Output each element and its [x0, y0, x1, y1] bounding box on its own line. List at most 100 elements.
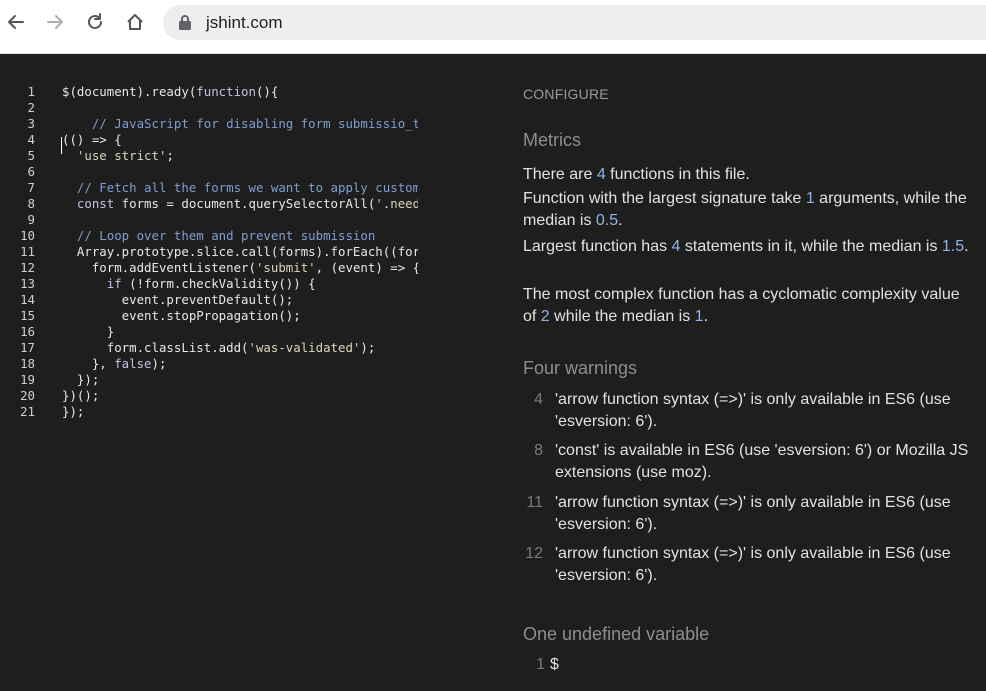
code-token: form.classList.add(: [62, 340, 249, 355]
report-panel: CONFIGURE Metrics There are 4 functions …: [505, 54, 986, 691]
warning-line-number[interactable]: 12: [523, 543, 543, 565]
home-button[interactable]: [122, 9, 148, 35]
arrow-right-icon: [47, 15, 63, 29]
warning-line-number[interactable]: 8: [523, 440, 543, 462]
code-line[interactable]: 21});: [0, 404, 505, 420]
code-token: '.needs-validation': [375, 196, 418, 211]
undefined-line-number[interactable]: 1: [533, 654, 545, 676]
line-number: 21: [20, 404, 35, 419]
code-line[interactable]: 16 }: [0, 324, 505, 340]
code-text: // Loop over them and prevent submission: [62, 228, 418, 244]
code-text: // JavaScript for disabling form submiss…: [62, 116, 418, 132]
warning-text: 'arrow function syntax (=>)' is only ava…: [555, 391, 951, 430]
code-line[interactable]: 20 })();: [0, 388, 505, 404]
code-line[interactable]: 14 event.preventDefault();: [0, 292, 505, 308]
line-number: 5: [27, 148, 35, 163]
code-text: });: [62, 372, 418, 388]
code-text: event.stopPropagation();: [62, 308, 418, 324]
code-token: (){: [255, 84, 279, 99]
line-number: 4: [27, 132, 35, 147]
line-number: 14: [20, 292, 35, 307]
code-line[interactable]: 5 'use strict';: [0, 148, 505, 164]
code-token: }: [62, 324, 115, 339]
code-token: ;: [166, 148, 174, 163]
line-number: 12: [20, 260, 35, 275]
code-line[interactable]: 7 // Fetch all the forms we want to appl…: [0, 180, 505, 196]
code-token: );: [151, 356, 167, 371]
code-token: // JavaScript for disabling form submiss…: [91, 116, 418, 131]
code-token: );: [360, 340, 376, 355]
code-text: form.classList.add('was-validated');: [62, 340, 418, 356]
line-number: 16: [20, 324, 35, 339]
warnings-heading: Four warnings: [523, 358, 638, 378]
code-line[interactable]: 18 }, false);: [0, 356, 505, 372]
code-editor[interactable]: 1 $(document).ready(function(){2 3 // Java…: [0, 54, 505, 691]
line-number: 10: [20, 228, 35, 243]
code-text: Array.prototype.slice.call(forms).forEac…: [62, 244, 418, 260]
code-token: $(document).ready(: [62, 84, 197, 99]
code-line[interactable]: 2: [0, 100, 505, 116]
line-number: 11: [20, 244, 35, 259]
code-token: event.preventDefault();: [62, 292, 294, 307]
line-number: 17: [20, 340, 35, 355]
forward-button[interactable]: [42, 9, 68, 35]
back-button[interactable]: [3, 9, 29, 35]
code-token: (!form.checkValidity()) {: [121, 276, 316, 291]
metrics-heading: Metrics: [523, 130, 581, 150]
code-token: // Loop over them and prevent submission: [62, 228, 376, 243]
code-token: 'submit': [255, 260, 316, 275]
code-line[interactable]: 17 form.classList.add('was-validated');: [0, 340, 505, 356]
line-number: 15: [20, 308, 35, 323]
code-line[interactable]: 4 (() => {: [0, 132, 505, 148]
metric-signature: Function with the largest signature take…: [523, 190, 967, 229]
code-text: form.addEventListener('submit', (event) …: [62, 260, 418, 276]
code-line[interactable]: 6: [0, 164, 505, 180]
undefined-heading: One undefined variable: [523, 624, 710, 644]
line-number: 9: [27, 212, 35, 227]
warning-text: 'arrow function syntax (=>)' is only ava…: [555, 545, 951, 584]
line-number: 7: [27, 180, 35, 195]
code-text: 'use strict';: [62, 148, 418, 164]
code-line[interactable]: 11 Array.prototype.slice.call(forms).for…: [0, 244, 505, 260]
code-token: form.addEventListener(: [62, 260, 256, 275]
warning-line-number[interactable]: 4: [523, 389, 543, 411]
metric-complexity: The most complex function has a cyclomat…: [523, 286, 960, 325]
metric-function-count: There are 4 functions in this file.: [523, 166, 750, 183]
code-token: },: [62, 356, 115, 371]
configure-link[interactable]: CONFIGURE: [523, 86, 609, 102]
code-text: if (!form.checkValidity()) {: [62, 276, 418, 292]
code-token: event.stopPropagation();: [62, 308, 301, 323]
line-number: 20: [20, 388, 35, 403]
line-number: 1: [27, 84, 35, 99]
code-line[interactable]: 15 event.stopPropagation();: [0, 308, 505, 324]
code-text: });: [62, 404, 418, 420]
code-line[interactable]: 3 // JavaScript for disabling form submi…: [0, 116, 505, 132]
code-line[interactable]: 12 form.addEventListener('submit', (even…: [0, 260, 505, 276]
code-line[interactable]: 1 $(document).ready(function(){: [0, 84, 505, 100]
reload-button[interactable]: [82, 9, 108, 35]
line-number: 8: [27, 196, 35, 211]
code-line[interactable]: 13 if (!form.checkValidity()) {: [0, 276, 505, 292]
code-token: });: [62, 404, 85, 419]
address-bar[interactable]: jshint.com: [163, 5, 986, 40]
code-token: const: [62, 196, 115, 211]
code-line[interactable]: 9: [0, 212, 505, 228]
code-text: (() => {: [62, 132, 418, 148]
warning-text: 'arrow function syntax (=>)' is only ava…: [555, 494, 951, 533]
code-line[interactable]: 8 const forms = document.querySelectorAl…: [0, 196, 505, 212]
warning-line-number[interactable]: 11: [523, 492, 543, 514]
code-token: // Fetch all the forms we want to apply …: [76, 180, 418, 195]
code-token: });: [62, 372, 100, 387]
warning-text: 'const' is available in ES6 (use 'esvers…: [555, 442, 969, 481]
code-line[interactable]: 10 // Loop over them and prevent submiss…: [0, 228, 505, 244]
code-line[interactable]: 19 });: [0, 372, 505, 388]
code-token: (() => {: [62, 132, 122, 147]
code-text: $(document).ready(function(){: [62, 84, 418, 100]
code-token: forms = document.querySelectorAll(: [114, 196, 376, 211]
code-token: })();: [62, 388, 100, 403]
code-text: // Fetch all the forms we want to apply …: [62, 180, 418, 196]
code-token: , (event) => {: [315, 260, 418, 275]
line-number: 19: [20, 372, 35, 387]
code-token: Array.prototype.slice.call(forms).forEac…: [76, 244, 418, 259]
home-icon: [127, 14, 143, 30]
